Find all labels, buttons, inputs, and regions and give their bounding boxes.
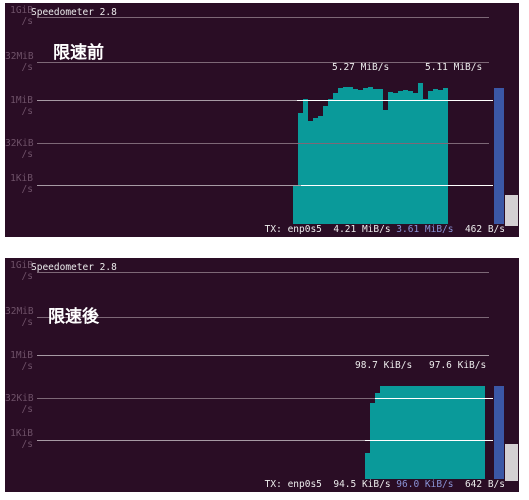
axis-label-1mib: 1MiB /s — [10, 95, 33, 117]
traffic-bar — [415, 386, 420, 483]
status-tx-label: TX: — [264, 479, 282, 490]
axis-label-1gib: 1GiB /s — [10, 5, 33, 27]
status-line: TX: enp0s5 4.21 MiB/s 3.61 MiB/s 462 B/s — [261, 224, 505, 235]
traffic-bar — [470, 386, 475, 483]
traffic-bar — [343, 87, 348, 228]
traffic-bar — [390, 386, 395, 483]
traffic-bar — [430, 386, 435, 483]
rx-level-meter — [505, 195, 518, 226]
rate-label-right: 5.11 MiB/s — [425, 62, 483, 73]
status-rx-rate: 96.0 KiB/s — [396, 479, 454, 490]
traffic-bar — [465, 386, 470, 483]
traffic-bar — [333, 93, 338, 228]
traffic-bar — [455, 386, 460, 483]
status-interface: enp0s5 — [287, 224, 322, 235]
overlay-gridline-32kib — [375, 398, 493, 399]
panel-heading: 限速前 — [53, 43, 104, 63]
traffic-bar — [393, 93, 398, 228]
speedometer-panel-after: 1GiB /s 32MiB /s 1MiB /s 32KiB /s 1KiB /… — [5, 258, 519, 492]
axis-label-1mib: 1MiB /s — [10, 350, 33, 372]
traffic-bar — [383, 110, 388, 228]
traffic-bar — [298, 113, 303, 228]
traffic-bar — [438, 90, 443, 228]
traffic-bar — [370, 403, 375, 483]
status-line: TX: enp0s5 94.5 KiB/s 96.0 KiB/s 642 B/s — [261, 479, 505, 490]
app-title: Speedometer 2.8 — [31, 262, 117, 273]
traffic-bar — [428, 91, 433, 228]
traffic-bar — [403, 90, 408, 228]
traffic-bar — [418, 83, 423, 228]
traffic-bar — [308, 121, 313, 228]
traffic-bar — [433, 89, 438, 228]
traffic-bar — [450, 386, 455, 483]
axis-label-32mib: 32MiB /s — [5, 306, 34, 328]
axis-label-32kib: 32KiB /s — [5, 138, 34, 160]
rate-label-right: 97.6 KiB/s — [429, 360, 487, 371]
tx-level-meter — [494, 88, 504, 226]
traffic-bar — [373, 89, 378, 228]
status-rx-rate: 3.61 MiB/s — [396, 224, 454, 235]
traffic-bar — [420, 386, 425, 483]
traffic-bar — [378, 89, 383, 228]
traffic-bar — [358, 90, 363, 228]
traffic-bar — [395, 386, 400, 483]
traffic-bar — [413, 93, 418, 228]
traffic-bar — [313, 118, 318, 228]
rx-level-meter — [505, 444, 518, 481]
overlay-gridline-1mib — [297, 100, 493, 101]
status-bytes: 642 B/s — [464, 479, 505, 490]
status-tx-rate: 4.21 MiB/s — [333, 224, 391, 235]
traffic-bar — [460, 386, 465, 483]
traffic-bar — [410, 386, 415, 483]
traffic-bar — [405, 386, 410, 483]
traffic-bar — [348, 87, 353, 228]
rate-label-left: 98.7 KiB/s — [355, 360, 413, 371]
traffic-bar — [408, 91, 413, 228]
traffic-bar — [425, 386, 430, 483]
traffic-bar — [385, 386, 390, 483]
traffic-bar — [388, 92, 393, 228]
axis-label-1gib: 1GiB /s — [10, 260, 33, 282]
overlay-gridline-1kib — [365, 440, 493, 441]
traffic-bar — [368, 87, 373, 228]
traffic-bar — [338, 88, 343, 228]
traffic-bar — [435, 386, 440, 483]
traffic-bar — [423, 99, 428, 228]
traffic-bar — [303, 99, 308, 228]
tx-level-meter — [494, 386, 504, 481]
speedometer-panel-before: 1GiB /s 32MiB /s 1MiB /s 32KiB /s 1KiB /… — [5, 3, 519, 237]
gridline-32mib — [37, 62, 489, 63]
traffic-bar — [293, 185, 298, 228]
traffic-bar — [380, 386, 385, 483]
traffic-bar — [475, 386, 480, 483]
traffic-bar — [443, 88, 448, 228]
traffic-bar — [440, 386, 445, 483]
traffic-bar — [400, 386, 405, 483]
axis-label-1kib: 1KiB /s — [10, 428, 33, 450]
status-bytes: 462 B/s — [464, 224, 505, 235]
status-interface: enp0s5 — [287, 479, 322, 490]
traffic-bar — [318, 116, 323, 228]
traffic-bar — [445, 386, 450, 483]
traffic-bar — [353, 89, 358, 228]
axis-label-32mib: 32MiB /s — [5, 51, 34, 73]
bar-graph — [365, 386, 485, 483]
status-tx-rate: 94.5 KiB/s — [333, 479, 391, 490]
overlay-gridline-1kib — [301, 185, 493, 186]
traffic-bar — [480, 386, 485, 483]
traffic-bar — [363, 88, 368, 228]
panel-heading: 限速後 — [48, 307, 99, 327]
axis-label-1kib: 1KiB /s — [10, 173, 33, 195]
traffic-bar — [328, 99, 333, 228]
gridline-32mib — [37, 317, 489, 318]
traffic-bar — [375, 393, 380, 483]
rate-label-left: 5.27 MiB/s — [332, 62, 390, 73]
traffic-bar — [323, 106, 328, 228]
gridline-1mib — [37, 355, 489, 356]
app-title: Speedometer 2.8 — [31, 7, 117, 18]
axis-label-32kib: 32KiB /s — [5, 393, 34, 415]
traffic-bar — [398, 91, 403, 228]
gridline-32kib — [37, 143, 489, 144]
status-tx-label: TX: — [264, 224, 282, 235]
